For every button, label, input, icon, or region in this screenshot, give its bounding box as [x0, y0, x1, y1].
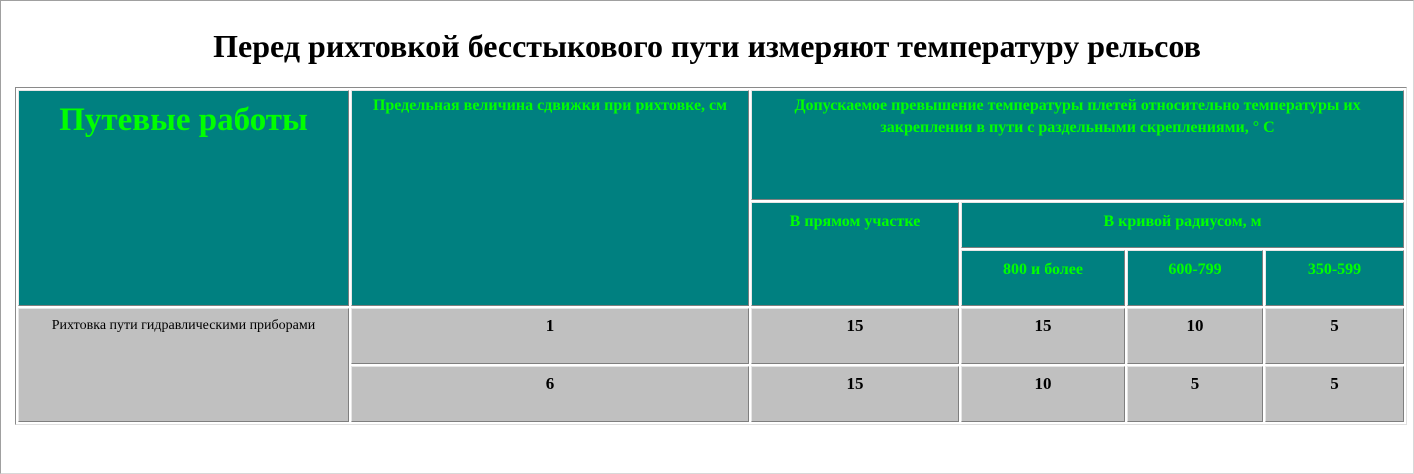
header-row-1: Путевые работы Предельная величина сдвиж…: [18, 90, 1405, 306]
header-radius-800: 800 и более: [961, 250, 1125, 306]
header-straight: В прямом участке: [751, 202, 959, 306]
temperature-table: Путевые работы Предельная величина сдвиж…: [15, 87, 1408, 425]
radius-800-cell: 10: [961, 366, 1125, 422]
shift-cell: 6: [351, 366, 749, 422]
shift-cell: 1: [351, 308, 749, 364]
radius-600-cell: 5: [1127, 366, 1263, 422]
radius-800-cell: 15: [961, 308, 1125, 364]
straight-cell: 15: [751, 308, 959, 364]
page-title: Перед рихтовкой бесстыкового пути измеря…: [213, 28, 1201, 64]
radius-350-cell: 5: [1265, 366, 1405, 422]
header-radius-600: 600-799: [1127, 250, 1263, 306]
header-works: Путевые работы: [18, 90, 349, 306]
radius-600-cell: 10: [1127, 308, 1263, 364]
header-shift: Предельная величина сдвижки при рихтовке…: [351, 90, 749, 306]
header-curve: В кривой радиусом, м: [961, 202, 1405, 248]
table-row: Рихтовка пути гидравлическими приборами …: [18, 308, 1405, 422]
header-radius-350: 350-599: [1265, 250, 1405, 306]
work-label-cell: Рихтовка пути гидравлическими приборами: [18, 308, 349, 422]
header-temperature: Допускаемое превышение температуры плете…: [751, 90, 1405, 200]
straight-cell: 15: [751, 366, 959, 422]
radius-350-cell: 5: [1265, 308, 1405, 364]
